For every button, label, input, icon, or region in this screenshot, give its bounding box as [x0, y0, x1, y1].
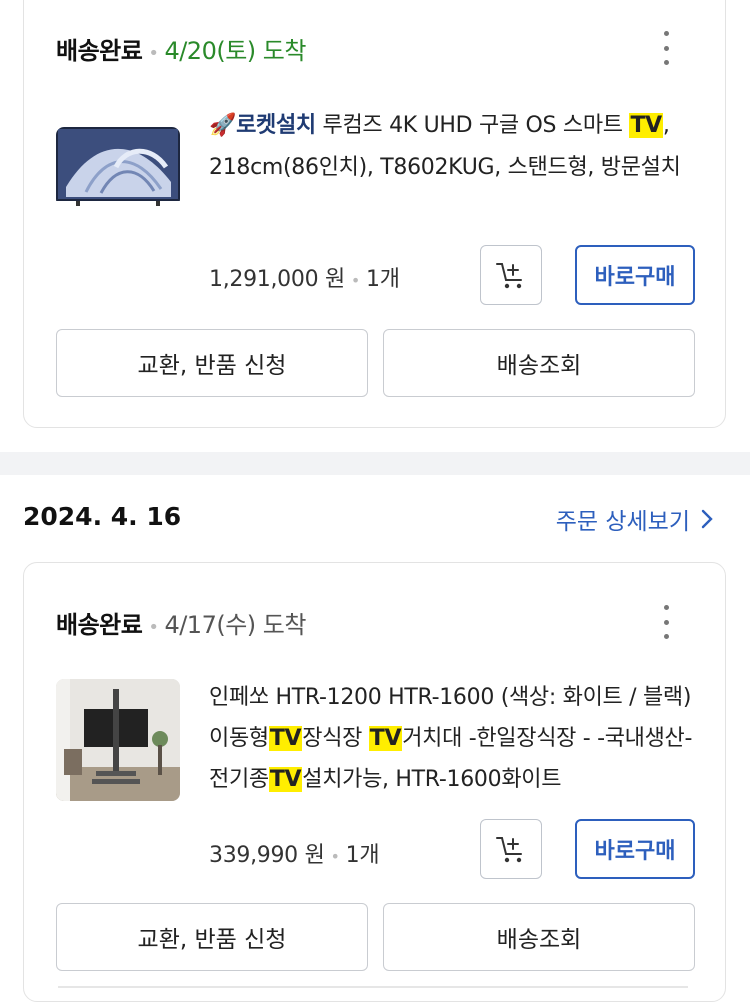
order-card: 배송완료 • 4/20(토) 도착 🚀로켓설치 루컴즈 4K UHD 구글 OS 스…: [23, 0, 726, 428]
buy-now-button[interactable]: 바로구매: [575, 819, 695, 879]
status-label: 배송완료: [56, 611, 143, 639]
delivery-status: 배송완료 • 4/17(수) 도착: [56, 611, 306, 639]
exchange-return-button[interactable]: 교환, 반품 신청: [56, 329, 368, 397]
tv-stand-thumbnail[interactable]: [56, 679, 180, 801]
price-row: 339,990 원 • 1개: [209, 843, 380, 868]
cart-plus-icon: [496, 263, 522, 289]
delivery-status: 배송완료 • 4/20(토) 도착: [56, 37, 306, 65]
arrival-date: 4/17(수) 도착: [164, 611, 306, 639]
product-title[interactable]: 🚀로켓설치 루컴즈 4K UHD 구글 OS 스마트 TV, 218cm(86인…: [209, 105, 699, 189]
section-divider: [0, 452, 750, 475]
exchange-return-button[interactable]: 교환, 반품 신청: [56, 903, 368, 971]
chevron-right-icon: [701, 509, 713, 529]
quantity: 1개: [345, 843, 380, 868]
price: 1,291,000 원: [209, 267, 345, 292]
order-detail-link[interactable]: 주문 상세보기: [556, 502, 714, 536]
cart-plus-icon: [496, 837, 522, 863]
track-delivery-button[interactable]: 배송조회: [383, 329, 695, 397]
product-title[interactable]: 인페쏘 HTR-1200 HTR-1600 (색상: 화이트 / 블랙) 이동형…: [209, 677, 699, 800]
more-options-icon[interactable]: [661, 31, 671, 65]
track-delivery-button[interactable]: 배송조회: [383, 903, 695, 971]
rocket-badge: 로켓설치: [236, 113, 316, 138]
price: 339,990 원: [209, 843, 325, 868]
order-date: 2024. 4. 16: [23, 502, 182, 531]
tv-thumbnail[interactable]: [56, 127, 180, 207]
add-to-cart-button[interactable]: [480, 819, 542, 879]
quantity: 1개: [366, 267, 400, 292]
status-label: 배송완료: [56, 37, 143, 65]
buy-now-button[interactable]: 바로구매: [575, 245, 695, 305]
rocket-install-icon: 🚀: [209, 113, 237, 138]
add-to-cart-button[interactable]: [480, 245, 542, 305]
arrival-date: 4/20(토) 도착: [164, 37, 306, 65]
order-card: 배송완료 • 4/17(수) 도착 인페쏘 HTR-1200 HTR-1600 (색…: [23, 562, 726, 1002]
price-row: 1,291,000 원 • 1개: [209, 267, 400, 292]
more-options-icon[interactable]: [661, 605, 671, 639]
